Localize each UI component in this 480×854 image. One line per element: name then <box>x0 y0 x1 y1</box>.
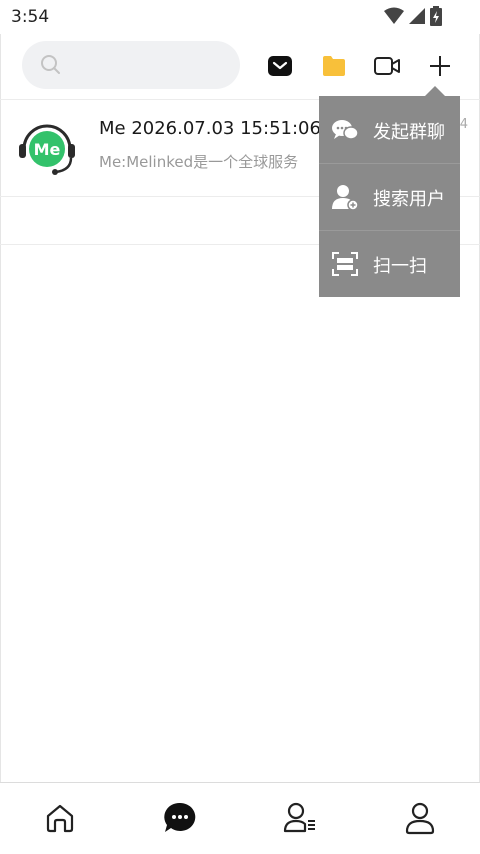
nav-chat[interactable] <box>163 801 197 835</box>
battery-icon <box>430 6 442 26</box>
nav-contacts[interactable] <box>283 801 317 835</box>
video-camera-icon <box>374 57 400 75</box>
home-icon <box>46 804 74 833</box>
chat-preview: Me:Melinked是一个全球服务 <box>99 153 299 171</box>
status-bar: 3:54 <box>0 0 480 34</box>
avatar-text: Me <box>34 140 61 159</box>
group-chat-icon <box>332 120 359 140</box>
profile-icon <box>405 802 435 835</box>
plus-icon <box>430 56 450 76</box>
video-call-button[interactable] <box>373 52 401 80</box>
add-button[interactable] <box>426 52 454 80</box>
folder-button[interactable] <box>320 52 348 80</box>
status-time: 3:54 <box>11 7 50 27</box>
nav-home[interactable] <box>43 801 77 835</box>
scan-icon <box>332 252 358 276</box>
menu-item-label: 搜索用户 <box>373 189 445 210</box>
status-icons <box>384 6 442 26</box>
chat-time: 4 <box>459 117 468 132</box>
wifi-icon <box>384 7 404 24</box>
top-bar <box>0 34 480 98</box>
popup-arrow <box>425 86 445 96</box>
menu-item-label: 发起群聊 <box>373 122 445 143</box>
avatar: Me <box>19 124 75 175</box>
mail-icon <box>268 56 292 76</box>
chat-title: Me 2026.07.03 15:51:06 <box>99 118 321 139</box>
menu-item-search-user[interactable]: 搜索用户 <box>319 163 460 230</box>
search-icon <box>41 55 60 74</box>
mail-button[interactable] <box>266 52 294 80</box>
add-user-icon <box>332 185 359 211</box>
bottom-nav <box>0 782 480 854</box>
folder-icon <box>323 56 345 76</box>
menu-item-scan[interactable]: 扫一扫 <box>319 230 460 297</box>
nav-profile[interactable] <box>403 801 437 835</box>
menu-item-group-chat[interactable]: 发起群聊 <box>319 96 460 163</box>
signal-icon <box>409 8 425 24</box>
chat-icon <box>164 802 196 832</box>
menu-item-label: 扫一扫 <box>373 256 427 277</box>
popup-menu: 发起群聊 搜索用户 扫一扫 <box>319 96 460 297</box>
contacts-icon <box>283 802 315 833</box>
search-input[interactable] <box>22 41 240 89</box>
